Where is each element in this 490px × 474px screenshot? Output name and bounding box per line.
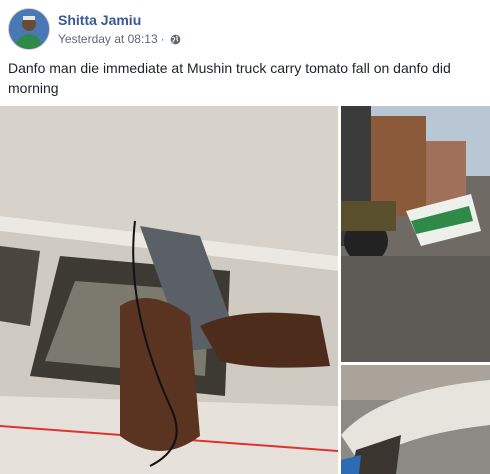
post-meta: Yesterday at 08:13 · — [58, 32, 181, 46]
photo-hands-phone[interactable] — [0, 106, 338, 474]
photo-crushed-bus[interactable] — [341, 365, 490, 474]
meta-separator: · — [160, 32, 165, 46]
post-timestamp[interactable]: Yesterday at 08:13 — [58, 32, 158, 46]
avatar[interactable] — [8, 8, 50, 50]
globe-icon[interactable] — [170, 34, 181, 45]
post-text: Danfo man die immediate at Mushin truck … — [8, 60, 451, 96]
post-header: Shitta Jamiu Yesterday at 08:13 · — [8, 8, 478, 52]
photo-forklift-bus[interactable] — [341, 106, 490, 362]
author-name[interactable]: Shitta Jamiu — [58, 12, 141, 28]
